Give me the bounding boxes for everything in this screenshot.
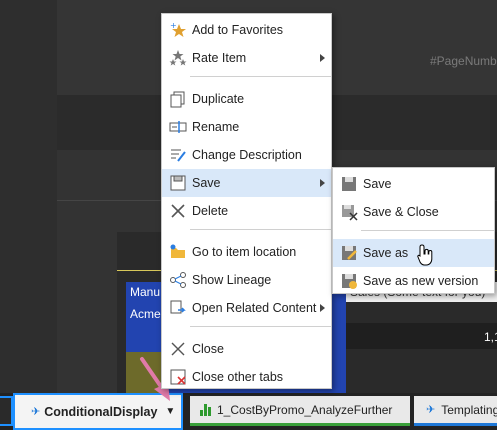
stars-icon [168, 48, 188, 68]
menu-item-show-lineage[interactable]: Show Lineage [162, 266, 331, 294]
menu-item-label: Open Related Content [192, 301, 317, 315]
save-icon [339, 174, 359, 194]
left-panel-background [0, 0, 57, 393]
tab-templating[interactable]: ✈ Templating [414, 396, 497, 426]
close-other-tabs-icon [168, 367, 188, 387]
hand-cursor-icon [417, 244, 433, 266]
duplicate-icon [168, 89, 188, 109]
menu-item-label: Delete [192, 204, 229, 218]
save-close-icon [339, 202, 359, 222]
menu-separator [190, 326, 331, 327]
menu-item-close[interactable]: Close [162, 335, 331, 363]
menu-item-delete[interactable]: Delete [162, 197, 331, 225]
report-value-cell [346, 323, 497, 349]
menu-item-label: Rate Item [192, 51, 247, 65]
menu-item-label: Close other tabs [192, 370, 284, 384]
paper-plane-icon: ✈ [426, 404, 436, 416]
tab-label: ConditionalDisplay [44, 404, 158, 419]
page-number-placeholder: #PageNumb [430, 54, 497, 68]
report-row-label: Acme [130, 307, 161, 321]
rename-icon [168, 117, 188, 137]
menu-item-label: Duplicate [192, 92, 245, 106]
menu-item-close-other-tabs[interactable]: Close other tabs [162, 363, 331, 391]
report-value: 1,1 [484, 330, 497, 344]
menu-item-label: Close [192, 342, 224, 356]
save-submenu: Save Save & Close Save as Save as new ve… [332, 167, 495, 294]
menu-item-label: Show Lineage [192, 273, 272, 287]
save-as-icon [339, 243, 359, 263]
edit-description-icon [168, 145, 188, 165]
bar-chart-icon [200, 403, 211, 416]
submenu-item-label: Save as new version [363, 274, 479, 288]
submenu-item-save-as-new-version[interactable]: Save as new version [333, 267, 494, 295]
menu-separator [190, 76, 331, 77]
submenu-item-label: Save & Close [363, 205, 439, 219]
menu-item-duplicate[interactable]: Duplicate [162, 85, 331, 113]
close-icon [168, 339, 188, 359]
menu-item-label: Add to Favorites [192, 23, 284, 37]
svg-text:+: + [170, 21, 177, 30]
submenu-item-save-as[interactable]: Save as [333, 239, 494, 267]
related-content-icon [168, 298, 188, 318]
tab-bar-scroll-left[interactable] [0, 396, 13, 426]
menu-item-go-to-item-location[interactable]: Go to item location [162, 238, 331, 266]
submenu-arrow-icon [320, 304, 325, 312]
lineage-icon [168, 270, 188, 290]
save-new-version-icon [339, 271, 359, 291]
menu-item-label: Save [192, 176, 221, 190]
submenu-item-save-and-close[interactable]: Save & Close [333, 198, 494, 226]
menu-separator [361, 230, 494, 231]
submenu-arrow-icon [320, 54, 325, 62]
menu-item-save[interactable]: Save [162, 169, 331, 197]
menu-item-rate-item[interactable]: Rate Item [162, 44, 331, 72]
submenu-item-label: Save as [363, 246, 409, 260]
tab-cost-by-promo[interactable]: 1_CostByPromo_AnalyzeFurther [190, 396, 410, 426]
tab-label: Templating [441, 402, 497, 417]
submenu-item-label: Save [363, 177, 392, 191]
submenu-arrow-icon [320, 179, 325, 187]
menu-item-change-description[interactable]: Change Description [162, 141, 331, 169]
menu-separator [190, 229, 331, 230]
folder-location-icon [168, 242, 188, 262]
context-menu: + Add to Favorites Rate Item Duplicate R… [161, 13, 332, 389]
delete-icon [168, 201, 188, 221]
submenu-item-save[interactable]: Save [333, 170, 494, 198]
menu-item-add-to-favorites[interactable]: + Add to Favorites [162, 16, 331, 44]
star-plus-icon: + [168, 20, 188, 40]
paper-plane-icon: ✈ [31, 406, 41, 418]
tab-label: 1_CostByPromo_AnalyzeFurther [217, 402, 393, 417]
menu-item-label: Go to item location [192, 245, 297, 259]
save-icon [168, 173, 188, 193]
menu-item-label: Change Description [192, 148, 302, 162]
menu-item-open-related-content[interactable]: Open Related Content [162, 294, 331, 322]
menu-item-label: Rename [192, 120, 240, 134]
menu-item-rename[interactable]: Rename [162, 113, 331, 141]
chevron-down-icon[interactable]: ▼ [165, 406, 175, 417]
